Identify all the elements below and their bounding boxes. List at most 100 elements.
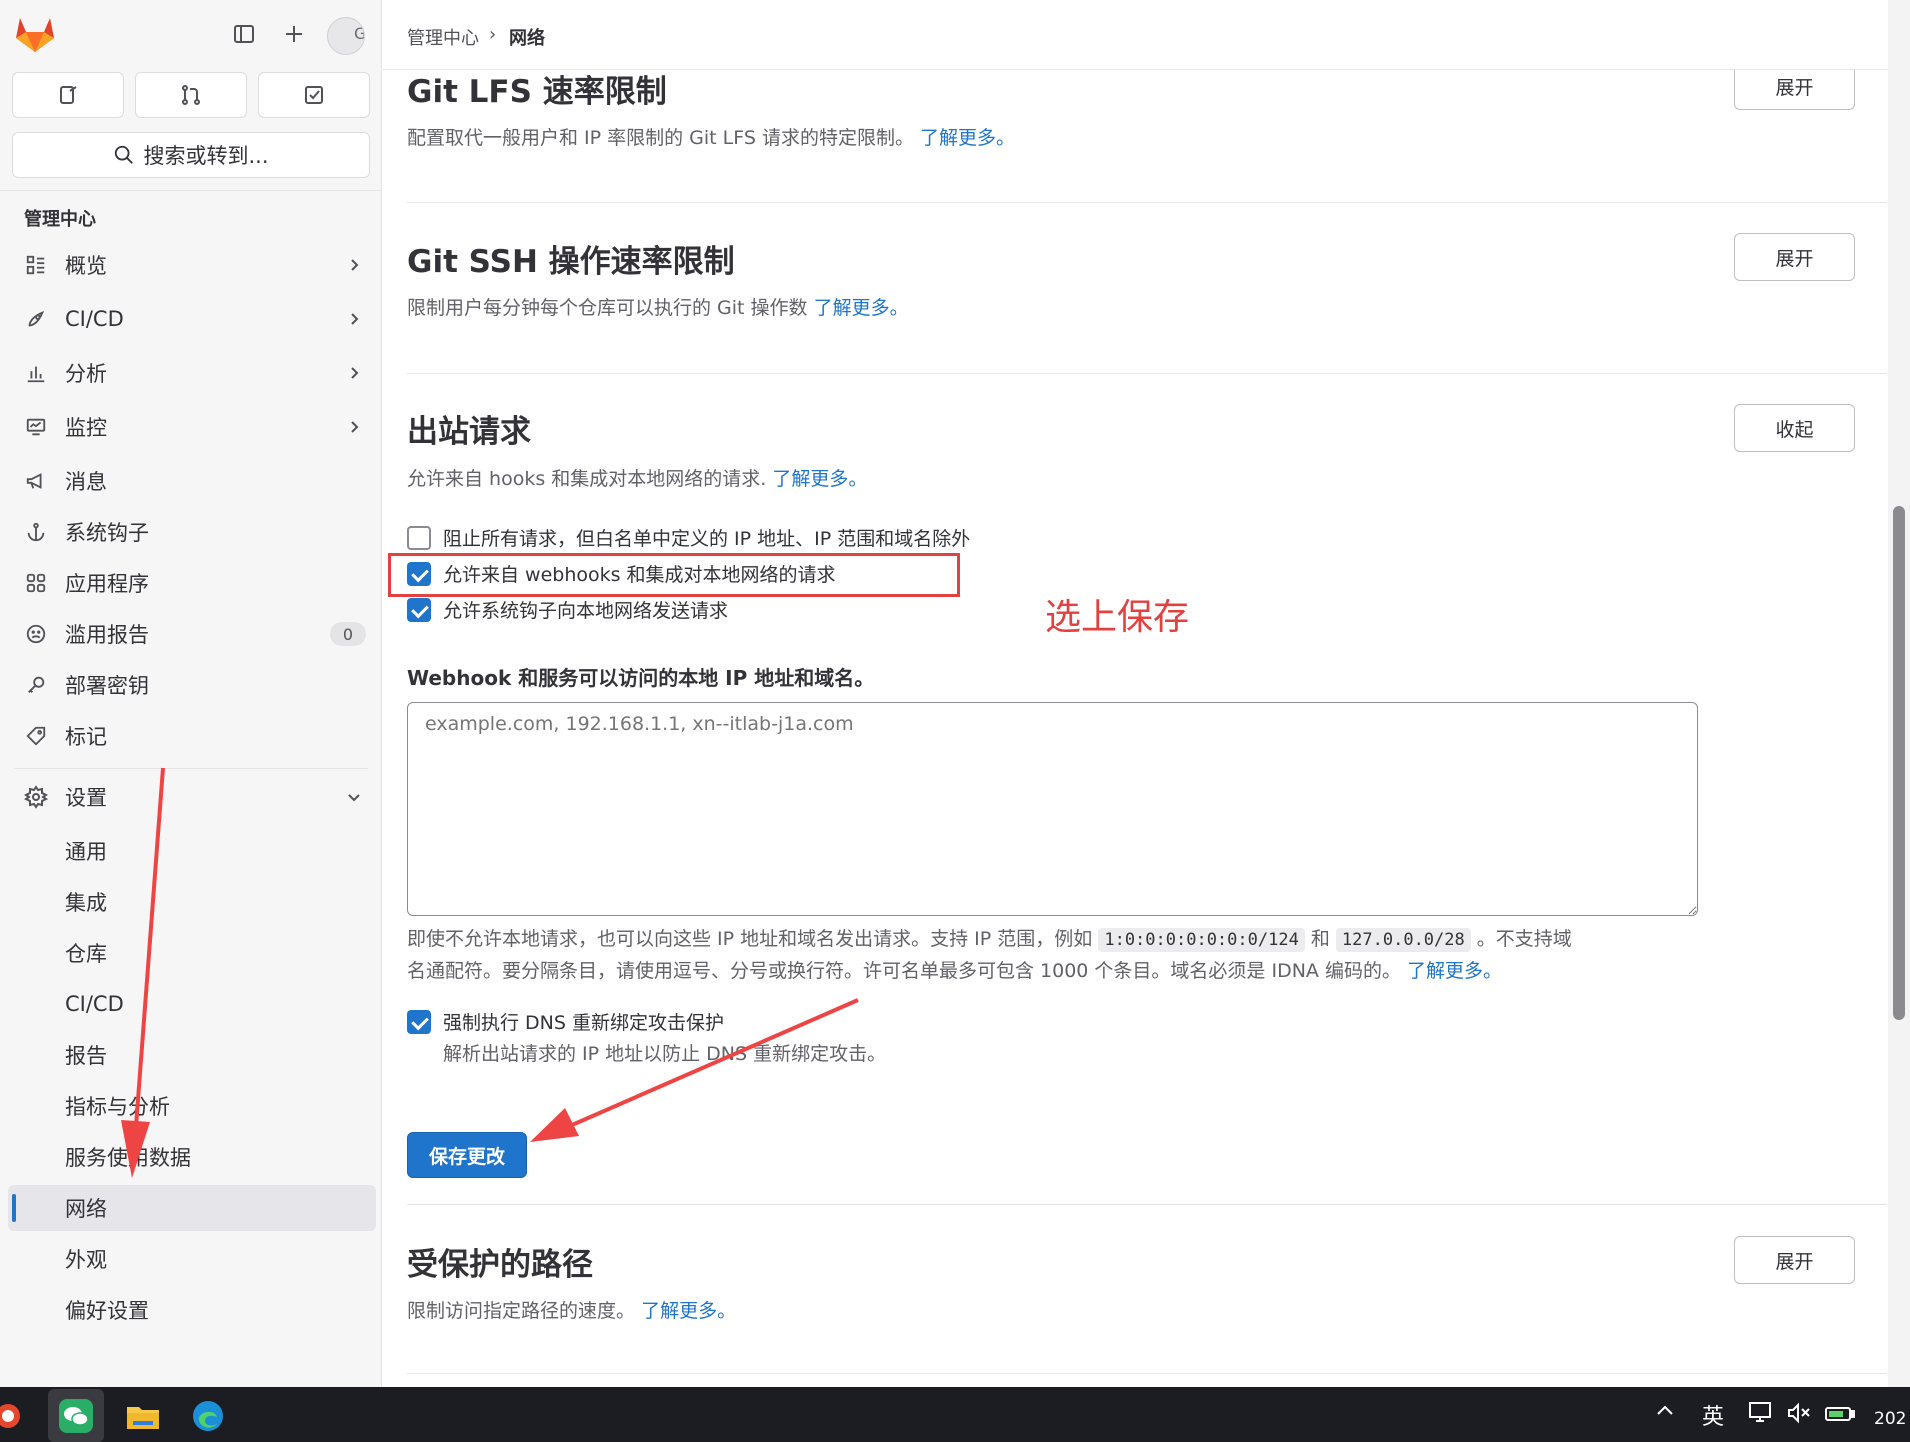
browser-app-icon[interactable] — [0, 1389, 30, 1442]
collapse-button[interactable]: 收起 — [1734, 404, 1855, 452]
save-changes-button[interactable]: 保存更改 — [407, 1132, 527, 1178]
sidebar-item-applications[interactable]: 应用程序 — [8, 560, 376, 606]
sidebar: G 搜索或转到... 管理中心 概览 CI/CD 分析 — [0, 0, 382, 1387]
sidebar-subitem-network[interactable]: 网络 — [8, 1185, 376, 1231]
section-desc-ssh: 限制用户每分钟每个仓库可以执行的 Git 操作数 了解更多。 — [407, 293, 909, 320]
sidebar-subitem-repository[interactable]: 仓库 — [8, 930, 376, 976]
battery-icon[interactable] — [1824, 1401, 1856, 1425]
search-icon — [115, 145, 134, 164]
user-avatar[interactable]: G — [327, 17, 365, 55]
sidebar-item-cicd[interactable]: CI/CD — [8, 296, 376, 342]
plus-icon[interactable] — [278, 18, 310, 50]
annotation-text: 选上保存 — [1045, 597, 1190, 638]
chevron-right-icon — [346, 419, 362, 435]
chevron-right-icon — [346, 257, 362, 273]
learn-more-link[interactable]: 了解更多。 — [772, 468, 867, 490]
sidebar-item-label: 报告 — [65, 1044, 107, 1068]
divider — [14, 768, 368, 769]
clock-fragment[interactable]: 202 — [1874, 1409, 1906, 1429]
sidebar-item-labels[interactable]: 标记 — [8, 713, 376, 759]
sidebar-item-label: 消息 — [65, 470, 107, 494]
section-desc-protected: 限制访问指定路径的速度。 了解更多。 — [407, 1296, 736, 1323]
sidebar-item-overview[interactable]: 概览 — [8, 242, 376, 288]
sidebar-item-settings[interactable]: 设置 — [8, 774, 376, 820]
todo-icon — [305, 86, 323, 104]
sad-face-icon — [22, 620, 50, 648]
sidebar-item-monitoring[interactable]: 监控 — [8, 404, 376, 450]
todo-button[interactable] — [258, 72, 370, 118]
sidebar-item-label: 滥用报告 — [65, 623, 149, 647]
sidebar-subitem-metrics[interactable]: 指标与分析 — [8, 1083, 376, 1129]
learn-more-link[interactable]: 了解更多。 — [641, 1300, 736, 1322]
file-explorer-app-icon[interactable] — [115, 1389, 171, 1442]
section-title-outbound: 出站请求 — [407, 414, 531, 450]
divider — [407, 1373, 1887, 1374]
edge-browser-app-icon[interactable] — [180, 1389, 236, 1442]
sidebar-subitem-appearance[interactable]: 外观 — [8, 1236, 376, 1282]
sidebar-item-label: 仓库 — [65, 942, 107, 966]
sidebar-subitem-cicd[interactable]: CI/CD — [8, 981, 376, 1027]
sidebar-item-label: 集成 — [65, 891, 107, 915]
sidebar-item-label: 监控 — [65, 416, 107, 440]
sidebar-item-label: CI/CD — [65, 992, 124, 1016]
sidebar-item-label: CI/CD — [65, 307, 124, 331]
search-label: 搜索或转到... — [143, 144, 269, 168]
code-example: 127.0.0.0/28 — [1335, 928, 1471, 952]
block-all-requests-checkbox[interactable] — [407, 526, 431, 550]
section-desc-lfs: 配置取代一般用户和 IP 率限制的 Git LFS 请求的特定限制。 了解更多。 — [407, 123, 1015, 150]
checkbox-label: 强制执行 DNS 重新绑定攻击保护 — [443, 1012, 724, 1034]
sidebar-item-system-hooks[interactable]: 系统钩子 — [8, 509, 376, 555]
count-badge: 0 — [330, 622, 366, 646]
sidebar-item-label: 标记 — [65, 725, 107, 749]
ime-indicator[interactable]: 英 — [1702, 1399, 1724, 1431]
sidebar-subitem-reporting[interactable]: 报告 — [8, 1032, 376, 1078]
sidebar-subitem-preferences[interactable]: 偏好设置 — [8, 1287, 376, 1333]
sidebar-subitem-usage-data[interactable]: 服务使用数据 — [8, 1134, 376, 1180]
sidebar-item-deploy-keys[interactable]: 部署密钥 — [8, 662, 376, 708]
taskbar: 英 202 — [0, 1387, 1910, 1442]
expand-button[interactable]: 展开 — [1734, 1236, 1855, 1284]
breadcrumb-current: 网络 — [509, 28, 545, 49]
sidebar-item-messages[interactable]: 消息 — [8, 458, 376, 504]
scrollbar[interactable] — [1888, 0, 1910, 1387]
chart-icon — [22, 359, 50, 387]
key-icon — [22, 671, 50, 699]
search-button[interactable]: 搜索或转到... — [12, 132, 370, 178]
tag-icon — [22, 722, 50, 750]
help-text: 和 — [1310, 928, 1330, 950]
sidebar-subitem-integrations[interactable]: 集成 — [8, 879, 376, 925]
sidebar-subitem-general[interactable]: 通用 — [8, 828, 376, 874]
desc-text: 限制用户每分钟每个仓库可以执行的 Git 操作数 — [407, 297, 808, 319]
sidebar-item-abuse-reports[interactable]: 滥用报告 0 — [8, 611, 376, 657]
gitlab-logo-icon[interactable] — [14, 14, 56, 54]
collapse-sidebar-icon[interactable] — [228, 18, 260, 50]
wechat-app-icon[interactable] — [48, 1389, 104, 1442]
monitor-icon — [22, 413, 50, 441]
allowlist-help-line1: 即使不允许本地请求，也可以向这些 IP 地址和域名发出请求。支持 IP 范围，例… — [407, 923, 1572, 956]
section-desc-outbound: 允许来自 hooks 和集成对本地网络的请求. 了解更多。 — [407, 464, 867, 491]
chevron-up-icon[interactable] — [1656, 1403, 1674, 1417]
scrollbar-thumb[interactable] — [1893, 506, 1905, 1020]
breadcrumb: 管理中心 › 网络 — [383, 0, 1888, 70]
overview-icon — [22, 251, 50, 279]
allow-system-hooks-local-checkbox[interactable] — [407, 598, 431, 622]
breadcrumb-parent[interactable]: 管理中心 — [407, 24, 479, 50]
checkbox-label: 允许系统钩子向本地网络发送请求 — [443, 600, 729, 622]
sidebar-item-label: 系统钩子 — [65, 521, 149, 545]
learn-more-link[interactable]: 了解更多。 — [920, 127, 1015, 149]
divider — [407, 1204, 1887, 1205]
learn-more-link[interactable]: 了解更多。 — [1407, 960, 1502, 982]
expand-button[interactable]: 展开 — [1734, 233, 1855, 281]
sidebar-item-analytics[interactable]: 分析 — [8, 350, 376, 396]
network-icon[interactable] — [1748, 1401, 1774, 1425]
sidebar-item-label: 概览 — [65, 254, 107, 278]
merge-requests-button[interactable] — [135, 72, 247, 118]
allowlist-textarea[interactable] — [407, 702, 1698, 916]
section-title-protected: 受保护的路径 — [407, 1247, 593, 1283]
learn-more-link[interactable]: 了解更多。 — [814, 297, 909, 319]
section-title-lfs: Git LFS 速率限制 — [407, 74, 667, 110]
dns-rebinding-checkbox[interactable] — [407, 1010, 431, 1034]
issues-button[interactable] — [12, 72, 124, 118]
sidebar-item-label: 外观 — [65, 1248, 107, 1272]
speaker-muted-icon[interactable] — [1786, 1401, 1812, 1425]
